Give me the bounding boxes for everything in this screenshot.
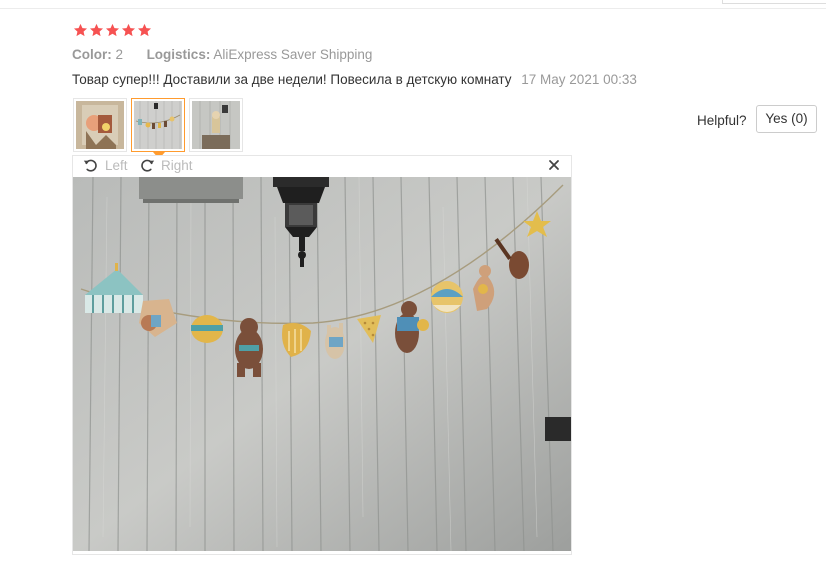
product-attributes: Color: 2 Logistics: AliExpress Saver Shi… bbox=[72, 47, 372, 62]
rotate-left-button[interactable]: Left bbox=[83, 157, 128, 173]
logistics-value: AliExpress Saver Shipping bbox=[213, 47, 373, 62]
rotate-left-icon bbox=[83, 157, 99, 173]
rotate-right-icon bbox=[139, 157, 155, 173]
color-value: 2 bbox=[115, 47, 124, 62]
review-content: Товар супер!!! Доставили за две недели! … bbox=[72, 72, 637, 87]
review-photo bbox=[73, 177, 571, 551]
star-icon bbox=[73, 23, 88, 38]
star-rating bbox=[73, 23, 152, 41]
close-icon[interactable] bbox=[547, 158, 561, 172]
review-date: 17 May 2021 00:33 bbox=[521, 72, 637, 87]
star-icon bbox=[89, 23, 104, 38]
review-page: Color: 2 Logistics: AliExpress Saver Shi… bbox=[0, 0, 826, 570]
photo-thumbnail[interactable] bbox=[73, 98, 127, 152]
logistics-label: Logistics: bbox=[146, 47, 211, 62]
helpful-yes-button[interactable]: Yes (0) bbox=[756, 105, 817, 133]
rotate-left-label: Left bbox=[105, 157, 128, 173]
review-text: Товар супер!!! Доставили за две недели! … bbox=[72, 72, 512, 87]
rotate-right-label: Right bbox=[161, 157, 193, 173]
photo-thumbnails bbox=[73, 98, 243, 159]
top-input-edge bbox=[722, 0, 826, 4]
photo-viewer: Left Right bbox=[72, 155, 572, 555]
photo-thumbnail[interactable] bbox=[189, 98, 243, 152]
star-icon bbox=[137, 23, 152, 38]
viewer-toolbar: Left Right bbox=[73, 156, 571, 177]
star-icon bbox=[105, 23, 120, 38]
top-divider bbox=[0, 8, 826, 9]
color-label: Color: bbox=[72, 47, 112, 62]
rotate-right-button[interactable]: Right bbox=[139, 157, 193, 173]
star-icon bbox=[121, 23, 136, 38]
photo-thumbnail-selected[interactable] bbox=[131, 98, 185, 159]
helpful-label: Helpful? bbox=[697, 113, 747, 128]
